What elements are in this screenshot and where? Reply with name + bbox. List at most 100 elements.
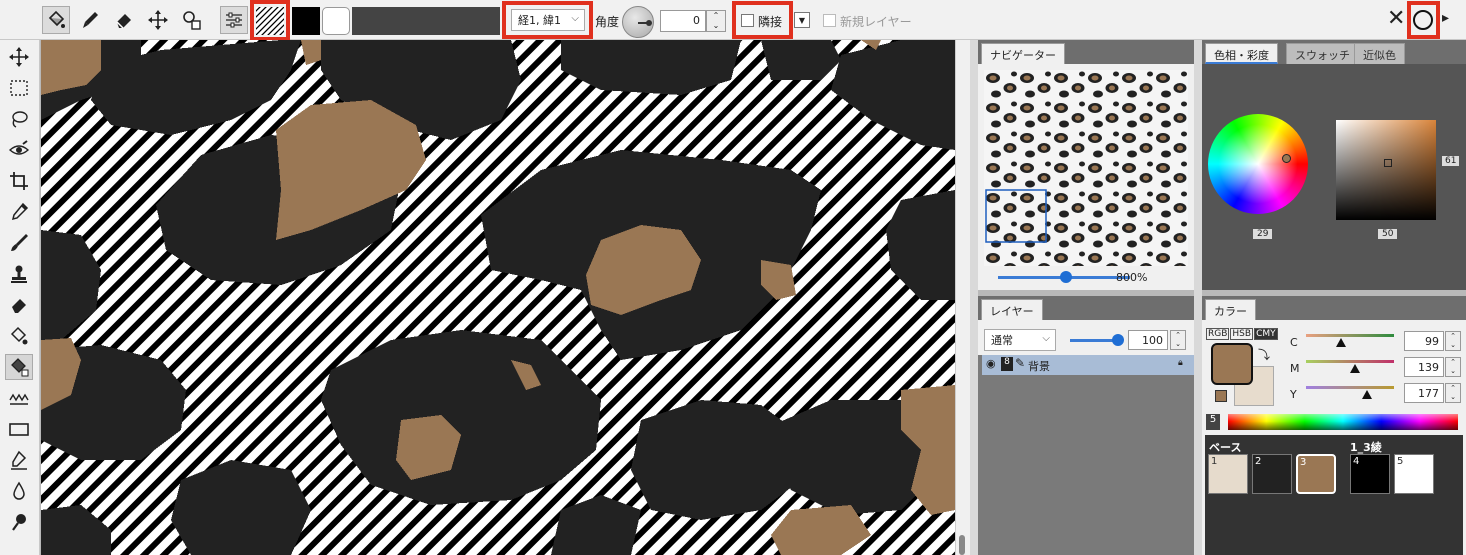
- new-layer-checkbox[interactable]: [823, 14, 836, 27]
- channel-c-handle[interactable]: [1336, 338, 1346, 347]
- tab-hue-saturation[interactable]: 色相・彩度: [1205, 43, 1278, 64]
- tab-color[interactable]: カラー: [1205, 299, 1256, 320]
- channel-c-input[interactable]: 99: [1404, 331, 1444, 351]
- angle-dial[interactable]: [622, 6, 654, 38]
- top-toolbar: 経1, 緯1 ⌵ 角度 0 ⌃ ⌄ 隣接 ▼ 新規レイヤー ✕ ▸: [0, 0, 1466, 41]
- navigator-tabbar: ナビゲーター: [978, 40, 1194, 64]
- panel-splitter-2[interactable]: [1194, 40, 1202, 555]
- foreground-color-chip[interactable]: [292, 7, 320, 35]
- channel-m-handle[interactable]: [1350, 364, 1360, 373]
- bits-badge[interactable]: 5: [1206, 414, 1220, 430]
- palette-swatch-1[interactable]: 1: [1208, 454, 1248, 494]
- small-color-chip[interactable]: [1215, 390, 1227, 402]
- channel-y-handle[interactable]: [1362, 390, 1372, 399]
- panel-splitter[interactable]: [970, 40, 978, 555]
- move-icon[interactable]: [5, 44, 33, 70]
- opacity-input[interactable]: 100: [1128, 330, 1168, 350]
- palette-title-right: 1_3綾: [1350, 441, 1382, 454]
- mode-cmy[interactable]: CMY: [1254, 328, 1278, 340]
- layer-row[interactable]: ◉ 8 ✎ 背景 🔒︎: [982, 355, 1194, 375]
- text-tool-icon[interactable]: [5, 447, 33, 473]
- adjacent-dropdown-icon[interactable]: ▼: [794, 12, 810, 28]
- tab-swatch[interactable]: スウォッチ: [1286, 43, 1359, 64]
- smudge-icon[interactable]: [5, 509, 33, 535]
- channel-y-input[interactable]: 177: [1404, 383, 1444, 403]
- hue-wheel[interactable]: [1208, 114, 1308, 214]
- move-mode-icon[interactable]: [144, 6, 172, 34]
- layer-name: 背景: [1028, 360, 1050, 373]
- layers-controls: 通常 ⌵ 100 ⌃ ⌄: [978, 320, 1194, 355]
- mode-rgb[interactable]: RGB: [1206, 328, 1230, 340]
- channel-y-label: Y: [1290, 388, 1297, 401]
- color-tabbar: カラー: [1202, 296, 1466, 320]
- tab-navigator[interactable]: ナビゲーター: [981, 43, 1065, 64]
- angle-spinner[interactable]: ⌃ ⌄: [706, 10, 726, 32]
- pen-icon: ✎: [1015, 356, 1026, 370]
- zoom-slider-handle[interactable]: [1060, 271, 1072, 283]
- color-mixer-panel: RGB HSB CMY ⤵ C 99 ⌃ ⌄ M 139 ⌃ ⌄ Y 177 ⌃ ⌄ …: [1202, 320, 1466, 432]
- mode-hsb[interactable]: HSB: [1230, 328, 1254, 340]
- drawing-canvas[interactable]: [41, 40, 955, 555]
- settings-sliders-icon[interactable]: [220, 6, 248, 34]
- crop-icon[interactable]: [5, 168, 33, 194]
- palette-swatch-3[interactable]: 3: [1296, 454, 1336, 494]
- rect-select-icon[interactable]: [5, 75, 33, 101]
- channel-c-spinner[interactable]: ⌃ ⌄: [1445, 331, 1461, 351]
- fill-mode-icon[interactable]: [42, 6, 70, 34]
- side-value-badge: 61: [1442, 156, 1460, 166]
- tab-similar-colors[interactable]: 近似色: [1354, 43, 1405, 64]
- spectrum-bar[interactable]: [1228, 414, 1458, 430]
- eraser-mode-icon[interactable]: [110, 6, 138, 34]
- palette-swatch-5[interactable]: 5: [1394, 454, 1434, 494]
- lasso-icon[interactable]: [5, 106, 33, 132]
- visibility-eye-icon[interactable]: ◉: [986, 357, 996, 370]
- gradient-icon[interactable]: [5, 385, 33, 411]
- tab-layers[interactable]: レイヤー: [981, 299, 1043, 320]
- palette-panel: ベース 1_3綾 1 2 3 4 5: [1205, 435, 1463, 555]
- more-arrow-icon[interactable]: ▸: [1442, 10, 1449, 26]
- angle-input[interactable]: 0: [660, 10, 706, 32]
- channel-m-track[interactable]: [1306, 360, 1394, 363]
- navigator-thumbnail[interactable]: [984, 70, 1188, 266]
- eye-pen-icon[interactable]: [5, 137, 33, 163]
- color-strip: [352, 7, 500, 35]
- eraser-icon[interactable]: [5, 292, 33, 318]
- sv-marker[interactable]: [1384, 159, 1392, 167]
- stamp-icon[interactable]: [5, 261, 33, 287]
- fill-icon[interactable]: [5, 323, 33, 349]
- saturation-value-square[interactable]: [1336, 120, 1436, 220]
- scrollbar-thumb[interactable]: [959, 535, 965, 555]
- highlight-pattern: [250, 0, 290, 41]
- current-color[interactable]: [1211, 343, 1253, 385]
- channel-y-spinner[interactable]: ⌃ ⌄: [1445, 383, 1461, 403]
- cancel-icon[interactable]: ✕: [1387, 6, 1405, 31]
- channel-m-input[interactable]: 139: [1404, 357, 1444, 377]
- hue-value-badge: 29: [1253, 229, 1273, 239]
- color-mode-tabs: RGB HSB CMY: [1206, 328, 1278, 340]
- layers-tabbar: レイヤー: [978, 296, 1194, 320]
- channel-c-track[interactable]: [1306, 334, 1394, 337]
- sv-value-badge: 50: [1378, 229, 1398, 239]
- palette-swatch-2[interactable]: 2: [1252, 454, 1292, 494]
- swap-colors-icon[interactable]: ⤵: [1258, 346, 1270, 363]
- channel-m-spinner[interactable]: ⌃ ⌄: [1445, 357, 1461, 377]
- eyedropper-icon[interactable]: [5, 199, 33, 225]
- background-color-chip[interactable]: [322, 7, 350, 35]
- pattern-fill-icon[interactable]: [5, 354, 33, 380]
- left-toolbox: [0, 40, 40, 555]
- hue-marker[interactable]: [1282, 154, 1291, 163]
- opacity-slider-handle[interactable]: [1112, 334, 1124, 346]
- opacity-spinner[interactable]: ⌃ ⌄: [1170, 330, 1186, 350]
- layers-list: ◉ 8 ✎ 背景 🔒︎: [978, 355, 1194, 555]
- canvas-vertical-scrollbar[interactable]: [955, 40, 970, 555]
- rectangle-icon[interactable]: [5, 416, 33, 442]
- select-mode-icon[interactable]: [178, 6, 206, 34]
- brush-mode-icon[interactable]: [76, 6, 104, 34]
- lock-icon[interactable]: 🔒︎: [1178, 358, 1183, 368]
- angle-label: 角度: [595, 15, 620, 29]
- brush-icon[interactable]: [5, 230, 33, 256]
- blend-mode-select[interactable]: 通常 ⌵: [984, 329, 1056, 351]
- channel-y-track[interactable]: [1306, 386, 1394, 389]
- drop-icon[interactable]: [5, 478, 33, 504]
- palette-swatch-4[interactable]: 4: [1350, 454, 1390, 494]
